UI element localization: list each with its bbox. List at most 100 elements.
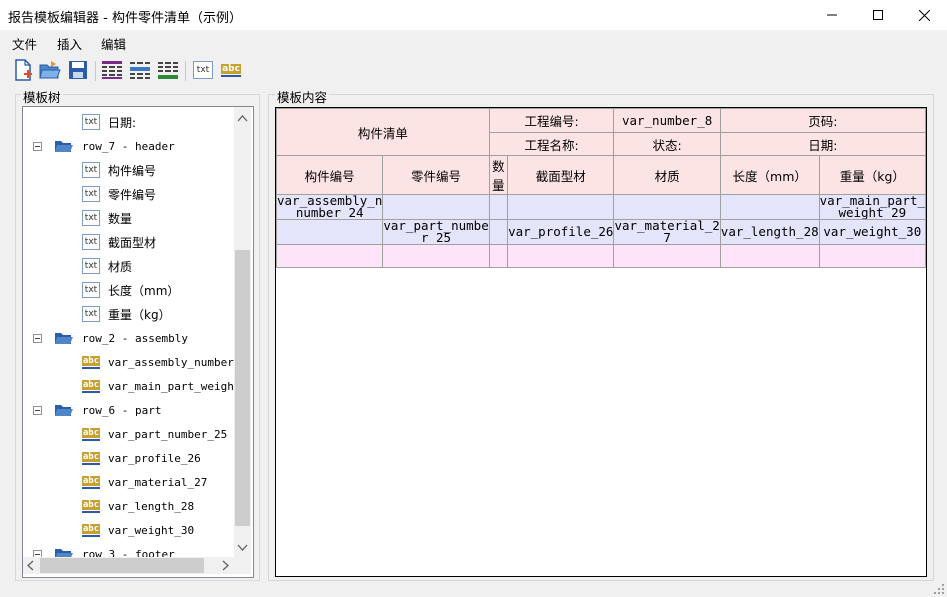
tree-text-node[interactable]: txt 构件编号: [82, 159, 156, 181]
save-icon[interactable]: [66, 58, 90, 82]
tree-node-label: var_assembly_number_2: [108, 355, 248, 369]
assembly-cell[interactable]: var_assembly_n number_24: [276, 194, 384, 220]
tree-row-node[interactable]: row_6 - part: [33, 399, 161, 421]
variable-icon: abc: [81, 498, 101, 514]
menu-insert[interactable]: 插入: [57, 34, 82, 53]
text-label-icon: txt: [82, 210, 100, 226]
column-header-cell[interactable]: 截面型材: [507, 155, 615, 195]
maximize-button[interactable]: [855, 0, 901, 30]
part-cell[interactable]: [276, 219, 384, 245]
folder-open-icon: [55, 141, 73, 152]
footer-cell[interactable]: [613, 244, 721, 268]
part-cell[interactable]: var_part_numbe r_25: [382, 219, 490, 245]
menu-bar: 文件 插入 编辑: [0, 30, 947, 52]
column-header-cell[interactable]: 数量: [488, 155, 509, 195]
footer-cell[interactable]: [818, 244, 926, 268]
column-header-cell[interactable]: 构件编号: [276, 155, 384, 195]
assembly-cell[interactable]: [719, 194, 820, 220]
variable-icon: abc: [81, 378, 101, 394]
date-label-cell[interactable]: 日期:: [719, 132, 926, 156]
variable-icon: abc: [81, 450, 101, 466]
footer-cell[interactable]: [719, 244, 820, 268]
new-file-icon[interactable]: [11, 58, 35, 82]
minimize-icon: [827, 14, 837, 16]
toolbar-separator: [185, 61, 186, 81]
folder-open-icon: [55, 405, 73, 416]
column-header-row: 构件编号 零件编号 数量 截面型材 材质 长度（mm） 重量（kg）: [276, 155, 926, 195]
template-canvas[interactable]: 构件清单 工程编号: var_number_8 页码: 工程名称: 状态: 日期…: [275, 107, 927, 577]
collapse-icon[interactable]: [33, 141, 42, 151]
collapse-icon[interactable]: [33, 405, 42, 415]
resize-grip-icon[interactable]: [934, 584, 944, 594]
close-button[interactable]: [901, 0, 947, 30]
scrollbar-corner: [234, 557, 251, 574]
assembly-cell[interactable]: [488, 194, 509, 220]
assembly-cell[interactable]: [382, 194, 490, 220]
tree-variable-node[interactable]: abc var_part_number_25: [81, 423, 227, 445]
text-label-icon: txt: [82, 282, 100, 298]
tree-horizontal-scrollbar[interactable]: [23, 557, 234, 574]
assembly-cell[interactable]: var_main_part_ weight_29: [818, 194, 926, 220]
tree-variable-node[interactable]: abc var_material_27: [81, 471, 207, 493]
footer-cell[interactable]: [488, 244, 509, 268]
footer-cell[interactable]: [507, 244, 615, 268]
collapse-icon[interactable]: [33, 333, 42, 343]
template-tree[interactable]: txt 日期: row_7 - header txt 构件编号 txt 零件编号 txt 数量 t…: [22, 106, 254, 578]
tree-vertical-scrollbar[interactable]: [234, 107, 251, 558]
part-cell[interactable]: var_weight_30: [818, 219, 926, 245]
table-pink-icon[interactable]: [100, 58, 124, 82]
title-bar: 报告模板编辑器 - 构件零件清单（示例）: [0, 0, 947, 30]
tree-node-label: 重量（kg）: [108, 307, 171, 322]
tree-row-node[interactable]: row_2 - assembly: [33, 327, 188, 349]
tree-variable-node[interactable]: abc var_assembly_number_2: [81, 351, 248, 373]
tree-node-label: var_profile_26: [108, 451, 201, 465]
column-header-cell[interactable]: 重量（kg）: [818, 155, 926, 195]
footer-cell[interactable]: [276, 244, 384, 268]
toolbar: txt abc: [0, 55, 947, 85]
part-row: var_part_numbe r_25 var_profile_26 var_mat…: [276, 219, 926, 245]
status-label-cell[interactable]: 状态:: [613, 132, 721, 156]
tree-variable-node[interactable]: abc var_main_part_weight_: [81, 375, 247, 397]
project-number-var-cell[interactable]: var_number_8: [613, 108, 721, 133]
part-cell[interactable]: var_material_2 7: [613, 219, 721, 245]
variable-icon[interactable]: abc: [219, 58, 243, 82]
scroll-right-icon: [222, 560, 229, 571]
column-header-cell[interactable]: 材质: [613, 155, 721, 195]
tree-text-node[interactable]: txt 材质: [82, 255, 132, 277]
text-label-icon[interactable]: txt: [191, 58, 215, 82]
maximize-icon: [873, 10, 883, 20]
tree-variable-node[interactable]: abc var_length_28: [81, 495, 195, 517]
tree-text-node[interactable]: txt 日期:: [82, 111, 136, 133]
column-header-cell[interactable]: 长度（mm）: [719, 155, 820, 195]
part-cell[interactable]: var_length_28: [719, 219, 820, 245]
assembly-cell[interactable]: [507, 194, 615, 220]
table-blue-icon[interactable]: [128, 58, 152, 82]
tree-text-node[interactable]: txt 数量: [82, 207, 132, 229]
tree-variable-node[interactable]: abc var_profile_26: [81, 447, 201, 469]
menu-file[interactable]: 文件: [12, 34, 37, 53]
tree-text-node[interactable]: txt 重量（kg）: [82, 303, 171, 325]
minimize-button[interactable]: [809, 0, 855, 30]
tree-row-node[interactable]: row_7 - header: [33, 135, 175, 157]
part-cell[interactable]: [488, 219, 509, 245]
tree-variable-node[interactable]: abc var_weight_30: [81, 519, 194, 541]
report-title-cell[interactable]: 构件清单: [276, 108, 490, 156]
footer-cell[interactable]: [382, 244, 490, 268]
scroll-left-icon: [27, 560, 34, 571]
tree-text-node[interactable]: txt 零件编号: [82, 183, 156, 205]
project-name-label-cell[interactable]: 工程名称:: [488, 132, 615, 156]
tree-node-label: 材质: [108, 259, 133, 274]
project-number-label-cell[interactable]: 工程编号:: [488, 108, 615, 133]
open-folder-icon[interactable]: [38, 58, 62, 82]
table-green-icon[interactable]: [156, 58, 180, 82]
column-header-cell[interactable]: 零件编号: [382, 155, 490, 195]
part-cell[interactable]: var_profile_26: [507, 219, 615, 245]
tree-node-label: var_length_28: [108, 499, 195, 513]
assembly-cell[interactable]: [613, 194, 721, 220]
menu-edit[interactable]: 编辑: [101, 34, 126, 53]
tree-node-label: row_2 - assembly: [82, 331, 188, 345]
page-label-cell[interactable]: 页码:: [719, 108, 926, 133]
tree-text-node[interactable]: txt 截面型材: [82, 231, 156, 253]
tree-text-node[interactable]: txt 长度（mm）: [82, 279, 179, 301]
tree-node-label: 零件编号: [108, 187, 157, 202]
